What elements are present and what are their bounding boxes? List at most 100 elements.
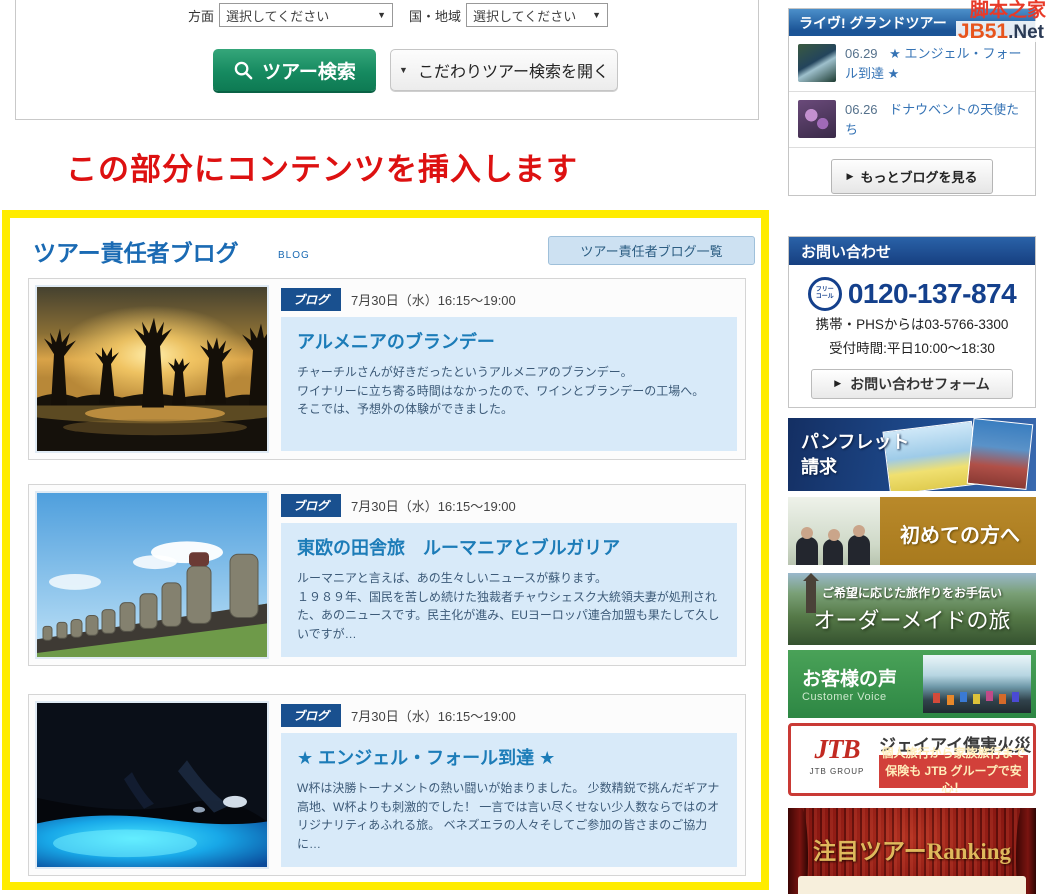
blog-entry-panel: 東欧の田舎旅 ルーマニアとブルガリア ルーマニアと言えば、あの生々しいニュースが… (281, 523, 737, 657)
site-watermark: 脚本之家 JB51.Net (956, 1, 1046, 42)
staff-person (796, 537, 818, 565)
pamphlet-banner-label: パンフレット 請求 (801, 430, 909, 480)
free-call-icon: フリー コール (808, 277, 842, 311)
region-select[interactable]: 選択してください ▼ (466, 3, 608, 27)
jtb-insurance-tagline: 個人旅行から家族旅行まで 保険も JTB グループで安心！ (879, 745, 1028, 796)
jtb-insurance-tagline-box: 個人旅行から家族旅行まで 保険も JTB グループで安心！ (879, 755, 1028, 788)
more-blog-button-label: もっとブログを見る (860, 167, 977, 186)
blog-entry-body: W杯は決勝トーナメントの熱い闘いが始まりました。 少数精鋭で挑んだギアナ高地、W… (297, 779, 721, 853)
live-blog-text: 06.29 ★ エンジェル・フォール到達 ★ (845, 44, 1026, 83)
contact-widget: お問い合わせ フリー コール 0120-137-874 携帯・PHSからは03-… (788, 236, 1036, 408)
jtb-logo-text: JTB (801, 734, 873, 765)
ranking-list-placeholder (798, 876, 1026, 894)
page: 方面 選択してください ▼ 国・地域 選択してください ▼ ツアー検索 ▼ こだ… (0, 0, 1050, 894)
blog-entry-title[interactable]: ★ エンジェル・フォール到達 ★ (297, 744, 721, 770)
search-button-row: ツアー検索 ▼ こだわりツアー検索を開く (16, 49, 758, 95)
live-blog-thumbnail[interactable] (798, 44, 836, 82)
region-label: 国・地域 (409, 6, 461, 25)
tour-ranking-banner[interactable]: 注目ツアーRanking (788, 808, 1036, 894)
blog-entry-date: 7月30日（水）16:15～19:00 (351, 290, 516, 309)
brochure-image (967, 418, 1034, 490)
jtb-group-label: JTB GROUP (801, 767, 873, 776)
blog-badge: ブログ (281, 288, 341, 311)
blog-entry-title[interactable]: 東欧の田舎旅 ルーマニアとブルガリア (297, 534, 721, 560)
watermark-brand: JB51 (958, 20, 1008, 43)
blog-entry-image-moai-statues[interactable] (35, 491, 269, 659)
tour-search-button[interactable]: ツアー検索 (213, 49, 376, 91)
contact-header: お問い合わせ (789, 237, 1035, 265)
customer-voice-banner[interactable]: お客様の声 Customer Voice (788, 650, 1036, 718)
watermark-suffix: .Net (1008, 22, 1044, 43)
tour-ranking-title: 注目ツアーRanking (788, 832, 1036, 866)
customer-voice-sublabel: Customer Voice (802, 691, 887, 703)
blog-badge: ブログ (281, 494, 341, 517)
tour-search-button-label: ツアー検索 (262, 57, 356, 84)
live-blog-date: 06.26 (845, 102, 878, 117)
region-select-value: 選択してください (473, 6, 576, 25)
ordermade-banner-label: オーダーメイドの旅 (788, 603, 1036, 635)
direction-select[interactable]: 選択してください ▼ (219, 3, 393, 27)
more-blog-button[interactable]: ▶ もっとブログを見る (831, 159, 994, 194)
contact-form-button-label: お問い合わせフォーム (850, 374, 990, 394)
blog-entry-head: ブログ 7月30日（水）16:15～19:00 (281, 494, 516, 517)
insert-content-note: この部分にコンテンツを挿入します (66, 144, 578, 189)
blog-section-subtitle: BLOG (278, 250, 310, 261)
blog-entry: ブログ 7月30日（水）16:15～19:00 東欧の田舎旅 ルーマニアとブルガ… (28, 484, 746, 666)
pamphlet-request-banner[interactable]: パンフレット 請求 (788, 418, 1036, 491)
play-arrow-icon: ▶ (834, 378, 841, 389)
dropdown-arrow-icon: ▼ (377, 10, 386, 20)
jtb-logo: JTB JTB GROUP (801, 734, 873, 776)
free-call-icon-label: フリー コール (816, 287, 834, 300)
business-hours-note: 受付時間:平日10:00～18:30 (789, 339, 1035, 359)
phone-row: フリー コール 0120-137-874 (789, 277, 1035, 311)
ordermade-banner[interactable]: ご希望に応じた旅作りをお手伝い オーダーメイドの旅 (788, 573, 1036, 645)
blog-entry-head: ブログ 7月30日（水）16:15～19:00 (281, 704, 516, 727)
staff-person (823, 539, 843, 565)
advanced-search-button[interactable]: ▼ こだわりツアー検索を開く (390, 49, 618, 91)
dropdown-arrow-icon: ▼ (592, 10, 601, 20)
staff-photo (788, 497, 880, 565)
watermark-line1: 脚本之家 (956, 1, 1046, 20)
live-blog-text: 06.26 ドナウベントの天使たち (845, 100, 1026, 139)
tour-group-silhouettes (933, 693, 940, 703)
blog-entry-image-baobab-sunset[interactable] (35, 285, 269, 453)
blog-entry-image-blue-grotto[interactable] (35, 701, 269, 869)
search-icon (233, 60, 254, 81)
blog-entry-panel: ★ エンジェル・フォール到達 ★ W杯は決勝トーナメントの熱い闘いが始まりました… (281, 733, 737, 867)
dropdown-arrow-icon: ▼ (399, 65, 408, 75)
blog-entry-title[interactable]: アルメニアのブランデー (297, 328, 721, 354)
waterfall-photo (923, 655, 1031, 713)
blog-entry-date: 7月30日（水）16:15～19:00 (351, 706, 516, 725)
blog-entry: ブログ 7月30日（水）16:15～19:00 アルメニアのブランデー チャーチ… (28, 278, 746, 460)
blog-entry: ブログ 7月30日（水）16:15～19:00 ★ エンジェル・フォール到達 ★… (28, 694, 746, 876)
direction-select-value: 選択してください (226, 6, 329, 25)
direction-label: 方面 (188, 6, 214, 25)
live-blog-date: 06.29 (845, 46, 878, 61)
jtb-insurance-banner[interactable]: JTB JTB GROUP ジェイアイ傷害火災 個人旅行から家族旅行まで 保険も… (788, 723, 1036, 796)
beginners-banner-label: 初めての方へ (900, 519, 1020, 548)
phone-number: 0120-137-874 (848, 278, 1016, 310)
staff-person (848, 535, 870, 565)
blog-section: ツアー責任者ブログ BLOG ツアー責任者ブログ一覧 (2, 210, 769, 890)
live-blog-entry[interactable]: 06.26 ドナウベントの天使たち (789, 92, 1035, 148)
live-blog-entry[interactable]: 06.29 ★ エンジェル・フォール到達 ★ (789, 36, 1035, 92)
tour-search-panel: 方面 選択してください ▼ 国・地域 選択してください ▼ ツアー検索 ▼ こだ… (15, 0, 759, 120)
blog-entry-date: 7月30日（水）16:15～19:00 (351, 496, 516, 515)
contact-form-row: ▶ お問い合わせフォーム (789, 369, 1035, 399)
advanced-search-button-label: こだわりツアー検索を開く (418, 58, 609, 82)
search-form-row: 方面 選択してください ▼ 国・地域 選択してください ▼ (188, 3, 608, 27)
play-arrow-icon: ▶ (847, 171, 854, 182)
live-blog-thumbnail[interactable] (798, 100, 836, 138)
mobile-phone-note: 携帯・PHSからは03-5766-3300 (789, 315, 1035, 335)
blog-entry-body: ルーマニアと言えば、あの生々しいニュースが蘇ります。 １９８９年、国民を苦しめ続… (297, 569, 721, 643)
blog-badge: ブログ (281, 704, 341, 727)
ordermade-banner-tagline: ご希望に応じた旅作りをお手伝い (788, 584, 1036, 601)
customer-voice-label: お客様の声 (802, 664, 897, 691)
contact-form-button[interactable]: ▶ お問い合わせフォーム (811, 369, 1013, 399)
watermark-line2: JB51.Net (956, 21, 1046, 42)
live-blog-more-row: ▶ もっとブログを見る (789, 148, 1035, 194)
blog-section-title: ツアー責任者ブログ (33, 234, 239, 268)
beginners-banner[interactable]: 初めての方へ (788, 497, 1036, 565)
blog-entry-body: チャーチルさんが好きだったというアルメニアのブランデー。 ワイナリーに立ち寄る時… (297, 363, 721, 419)
blog-list-button[interactable]: ツアー責任者ブログ一覧 (548, 236, 755, 265)
